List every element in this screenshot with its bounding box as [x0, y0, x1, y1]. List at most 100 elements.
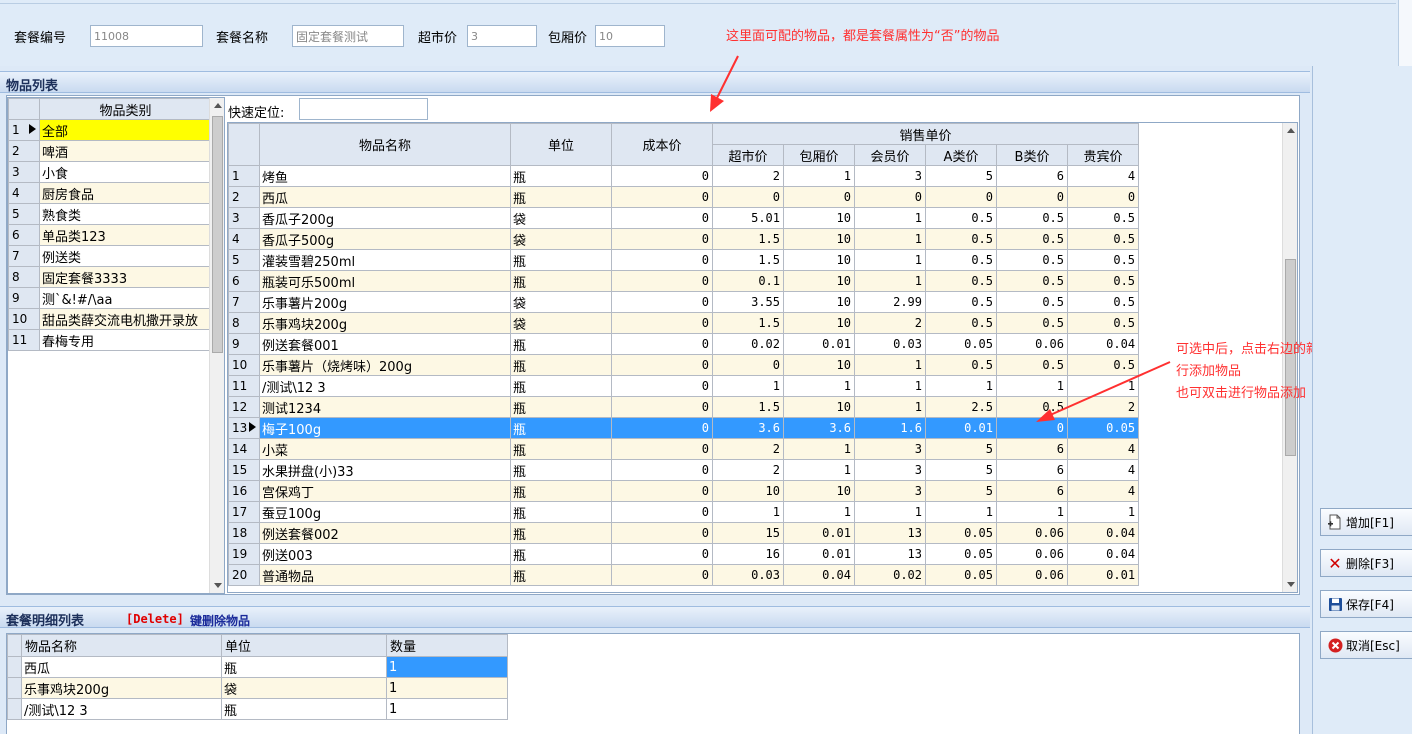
- col-header-member[interactable]: 会员价: [854, 144, 926, 166]
- product-room-price[interactable]: 1: [783, 459, 855, 481]
- product-room-price[interactable]: 10: [783, 249, 855, 271]
- product-market-price[interactable]: 15: [712, 522, 784, 544]
- product-a-price[interactable]: 5: [925, 459, 997, 481]
- product-room-price[interactable]: 10: [783, 312, 855, 334]
- category-name[interactable]: 测`&!#/\aa: [39, 287, 212, 309]
- category-name[interactable]: 甜品类薛交流电机撒开录放: [39, 308, 212, 330]
- detail-qty[interactable]: 1: [386, 656, 508, 678]
- product-vip-price[interactable]: 4: [1066, 165, 1140, 187]
- category-name[interactable]: 固定套餐3333: [39, 266, 212, 288]
- detail-unit[interactable]: 瓶: [221, 698, 387, 720]
- product-vip-price[interactable]: 1: [1066, 501, 1140, 523]
- category-scroll-thumb[interactable]: [212, 116, 223, 353]
- product-vip-price[interactable]: 0.5: [1066, 291, 1140, 313]
- product-row[interactable]: 5 灌装雪碧250ml 瓶 0 1.5 10 1 0.5 0.5 0.5: [228, 249, 1140, 271]
- product-a-price[interactable]: 0.05: [925, 543, 997, 565]
- product-member-price[interactable]: 0: [854, 186, 926, 208]
- category-name[interactable]: 熟食类: [39, 203, 212, 225]
- product-row[interactable]: 19 例送003 瓶 0 16 0.01 13 0.05 0.06 0.04: [228, 543, 1140, 565]
- product-vip-price[interactable]: 0: [1066, 186, 1140, 208]
- product-a-price[interactable]: 2.5: [925, 396, 997, 418]
- product-cost-price[interactable]: 0: [611, 333, 713, 355]
- product-member-price[interactable]: 1: [854, 501, 926, 523]
- product-member-price[interactable]: 1: [854, 270, 926, 292]
- product-unit[interactable]: 瓶: [510, 186, 612, 208]
- product-vip-price[interactable]: 0.04: [1066, 543, 1140, 565]
- product-a-price[interactable]: 0.05: [925, 522, 997, 544]
- delete-button[interactable]: ✕ 删除[F3]: [1320, 549, 1412, 577]
- product-market-price[interactable]: 0.02: [712, 333, 784, 355]
- product-b-price[interactable]: 6: [996, 480, 1068, 502]
- category-row[interactable]: 3 小食: [8, 161, 212, 183]
- category-name[interactable]: 单品类123: [39, 224, 212, 246]
- product-a-price[interactable]: 0.05: [925, 564, 997, 586]
- product-unit[interactable]: 瓶: [510, 375, 612, 397]
- col-header-b-price[interactable]: B类价: [996, 144, 1068, 166]
- product-member-price[interactable]: 0.02: [854, 564, 926, 586]
- product-cost-price[interactable]: 0: [611, 480, 713, 502]
- product-a-price[interactable]: 0.5: [925, 207, 997, 229]
- product-market-price[interactable]: 1.5: [712, 249, 784, 271]
- product-b-price[interactable]: 6: [996, 165, 1068, 187]
- product-cost-price[interactable]: 0: [611, 207, 713, 229]
- product-member-price[interactable]: 1: [854, 228, 926, 250]
- category-row[interactable]: 5 熟食类: [8, 203, 212, 225]
- scroll-up-arrow[interactable]: [1287, 128, 1295, 133]
- product-market-price[interactable]: 2: [712, 165, 784, 187]
- product-unit[interactable]: 瓶: [510, 417, 612, 439]
- product-row[interactable]: 4 香瓜子500g 袋 0 1.5 10 1 0.5 0.5 0.5: [228, 228, 1140, 250]
- product-market-price[interactable]: 0.03: [712, 564, 784, 586]
- product-market-price[interactable]: 3.6: [712, 417, 784, 439]
- product-a-price[interactable]: 5: [925, 480, 997, 502]
- product-row[interactable]: 12 测试1234 瓶 0 1.5 10 1 2.5 0.5 2: [228, 396, 1140, 418]
- col-header-market[interactable]: 超市价: [712, 144, 784, 166]
- product-b-price[interactable]: 1: [996, 375, 1068, 397]
- product-row[interactable]: 20 普通物品瓶 0 0.03 0.04 0.02 0.05 0.06 0.01: [228, 564, 1140, 586]
- product-cost-price[interactable]: 0: [611, 375, 713, 397]
- product-member-price[interactable]: 13: [854, 543, 926, 565]
- product-name[interactable]: 乐事薯片200g: [259, 291, 511, 313]
- product-name[interactable]: 蚕豆100g: [259, 501, 511, 523]
- product-unit[interactable]: 袋: [510, 207, 612, 229]
- detail-name[interactable]: /测试\12 3: [21, 698, 222, 720]
- product-name[interactable]: 例送003: [259, 543, 511, 565]
- category-row[interactable]: 7 例送类: [8, 245, 212, 267]
- product-row[interactable]: 1 烤鱼瓶 0 2 1 3 5 6 4: [228, 165, 1140, 187]
- product-room-price[interactable]: 10: [783, 270, 855, 292]
- product-cost-price[interactable]: 0: [611, 228, 713, 250]
- product-market-price[interactable]: 2: [712, 459, 784, 481]
- product-market-price[interactable]: 1.5: [712, 312, 784, 334]
- product-cost-price[interactable]: 0: [611, 417, 713, 439]
- product-unit[interactable]: 袋: [510, 228, 612, 250]
- product-cost-price[interactable]: 0: [611, 459, 713, 481]
- product-room-price[interactable]: 10: [783, 480, 855, 502]
- save-button[interactable]: 保存[F4]: [1320, 590, 1412, 618]
- scroll-down-arrow[interactable]: [1287, 582, 1295, 587]
- product-unit[interactable]: 瓶: [510, 480, 612, 502]
- product-room-price[interactable]: 1: [783, 165, 855, 187]
- product-name[interactable]: 香瓜子500g: [259, 228, 511, 250]
- product-unit[interactable]: 瓶: [510, 522, 612, 544]
- product-name[interactable]: 测试1234: [259, 396, 511, 418]
- product-room-price[interactable]: 10: [783, 228, 855, 250]
- product-a-price[interactable]: 0.05: [925, 333, 997, 355]
- product-unit[interactable]: 袋: [510, 291, 612, 313]
- product-b-price[interactable]: 0.06: [996, 543, 1068, 565]
- product-market-price[interactable]: 0.1: [712, 270, 784, 292]
- product-unit[interactable]: 瓶: [510, 249, 612, 271]
- product-a-price[interactable]: 5: [925, 165, 997, 187]
- category-name[interactable]: 啤酒: [39, 140, 212, 162]
- product-cost-price[interactable]: 0: [611, 312, 713, 334]
- product-row[interactable]: 18 例送套餐002 瓶 0 15 0.01 13 0.05 0.06 0.04: [228, 522, 1140, 544]
- product-name[interactable]: 小菜: [259, 438, 511, 460]
- product-a-price[interactable]: 1: [925, 375, 997, 397]
- product-b-price[interactable]: 0.5: [996, 249, 1068, 271]
- product-b-price[interactable]: 0.06: [996, 333, 1068, 355]
- product-row[interactable]: 16 宫保鸡丁瓶 0 10 10 3 5 6 4: [228, 480, 1140, 502]
- product-market-price[interactable]: 0: [712, 186, 784, 208]
- product-cost-price[interactable]: 0: [611, 270, 713, 292]
- product-cost-price[interactable]: 0: [611, 291, 713, 313]
- product-member-price[interactable]: 3: [854, 459, 926, 481]
- product-name[interactable]: 普通物品: [259, 564, 511, 586]
- product-member-price[interactable]: 2.99: [854, 291, 926, 313]
